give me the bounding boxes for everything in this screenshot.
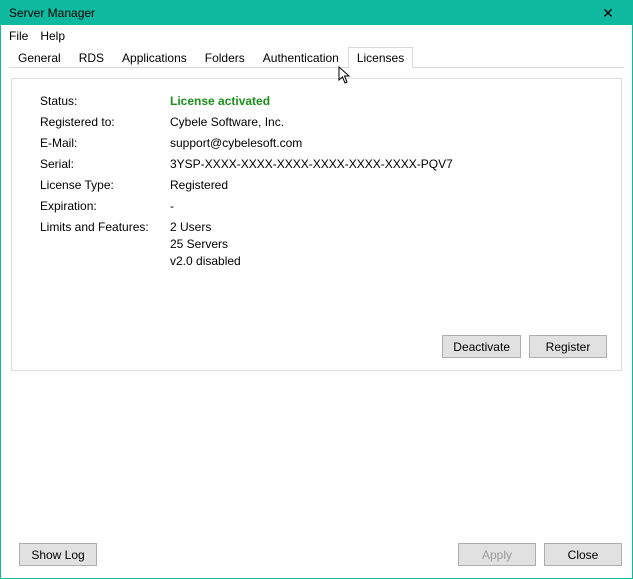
label-license-type: License Type:: [40, 177, 170, 194]
value-email: support@cybelesoft.com: [170, 135, 302, 152]
label-limits: Limits and Features:: [40, 219, 170, 270]
panel-button-row: Deactivate Register: [442, 335, 607, 358]
value-expiration: -: [170, 198, 174, 215]
deactivate-button[interactable]: Deactivate: [442, 335, 521, 358]
value-limits-servers: 25 Servers: [170, 236, 241, 253]
close-icon[interactable]: ✕: [590, 5, 626, 22]
tab-licenses[interactable]: Licenses: [348, 47, 413, 69]
tab-baseline: [9, 67, 624, 68]
label-email: E-Mail:: [40, 135, 170, 152]
label-registered-to: Registered to:: [40, 114, 170, 131]
menubar: File Help: [1, 25, 632, 46]
close-button[interactable]: Close: [544, 543, 622, 566]
value-serial: 3YSP-XXXX-XXXX-XXXX-XXXX-XXXX-XXXX-PQV7: [170, 156, 453, 173]
register-button[interactable]: Register: [529, 335, 607, 358]
footer: Show Log Apply Close: [1, 537, 632, 578]
window-title: Server Manager: [9, 6, 590, 20]
menu-file[interactable]: File: [9, 29, 28, 43]
apply-button: Apply: [458, 543, 536, 566]
tab-general[interactable]: General: [9, 47, 70, 68]
tab-bar: General RDS Applications Folders Authent…: [1, 46, 632, 68]
titlebar: Server Manager ✕: [1, 1, 632, 25]
value-limits: 2 Users 25 Servers v2.0 disabled: [170, 219, 241, 270]
tab-folders[interactable]: Folders: [196, 47, 254, 68]
label-expiration: Expiration:: [40, 198, 170, 215]
tab-authentication[interactable]: Authentication: [254, 47, 348, 68]
label-status: Status:: [40, 93, 170, 110]
content-area: Status: License activated Registered to:…: [1, 68, 632, 537]
value-limits-v2: v2.0 disabled: [170, 253, 241, 270]
show-log-button[interactable]: Show Log: [19, 543, 97, 566]
tab-applications[interactable]: Applications: [113, 47, 196, 68]
tab-rds[interactable]: RDS: [70, 47, 113, 68]
server-manager-window: Server Manager ✕ File Help General RDS A…: [0, 0, 633, 579]
menu-help[interactable]: Help: [40, 29, 65, 43]
license-panel: Status: License activated Registered to:…: [11, 78, 622, 371]
value-limits-users: 2 Users: [170, 219, 241, 236]
value-status: License activated: [170, 93, 270, 110]
value-registered-to: Cybele Software, Inc.: [170, 114, 284, 131]
label-serial: Serial:: [40, 156, 170, 173]
value-license-type: Registered: [170, 177, 228, 194]
